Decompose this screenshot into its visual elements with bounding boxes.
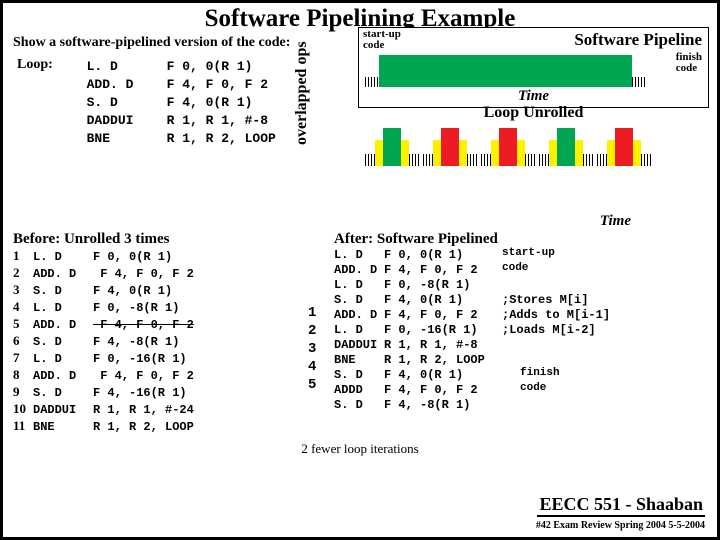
pipeline-chart	[363, 53, 704, 87]
before-column: Before: Unrolled 3 times 1L. DF 0, 0(R 1…	[13, 231, 308, 435]
time-label-2: Time	[600, 213, 631, 230]
loop-unrolled-label: Loop Unrolled	[484, 104, 584, 122]
y-axis-label: overlapped ops	[293, 41, 311, 145]
software-pipeline-label: Software Pipeline	[574, 30, 702, 50]
before-header: Before: Unrolled 3 times	[13, 231, 308, 248]
left-column: Show a software-pipelined version of the…	[13, 35, 333, 147]
prompt-text: Show a software-pipelined version of the…	[13, 35, 333, 51]
time-label-1: Time	[518, 88, 549, 105]
after-column: Time After: Software Pipelined L. DF 0, …	[334, 231, 707, 435]
loop-label: Loop:	[17, 57, 77, 73]
before-code: 1L. DF 0, 0(R 1)2ADD. D F 4, F 0, F 23S.…	[13, 248, 308, 435]
footnote: 2 fewer loop iterations	[13, 441, 707, 457]
arrow-column: 12345	[308, 231, 334, 435]
unrolled-chart	[365, 126, 702, 166]
slide: Software Pipelining Example Show a softw…	[0, 0, 720, 540]
after-header: After: Software Pipelined	[334, 231, 707, 248]
footer-meta: #42 Exam Review Spring 2004 5-5-2004	[536, 520, 705, 531]
startup-code-label: start-up code	[363, 29, 401, 51]
loop-code: Loop: L. DF 0, 0(R 1)ADD. DF 4, F 0, F 2…	[17, 57, 333, 147]
right-column: overlapped ops start-up code Software Pi…	[333, 35, 707, 193]
after-code: L. DF 0, 0(R 1)start-upADD. DF 4, F 0, F…	[334, 248, 707, 413]
pipeline-charts: start-up code Software Pipeline finish c…	[358, 27, 709, 108]
footer-course: EECC 551 - Shaaban	[537, 494, 705, 517]
